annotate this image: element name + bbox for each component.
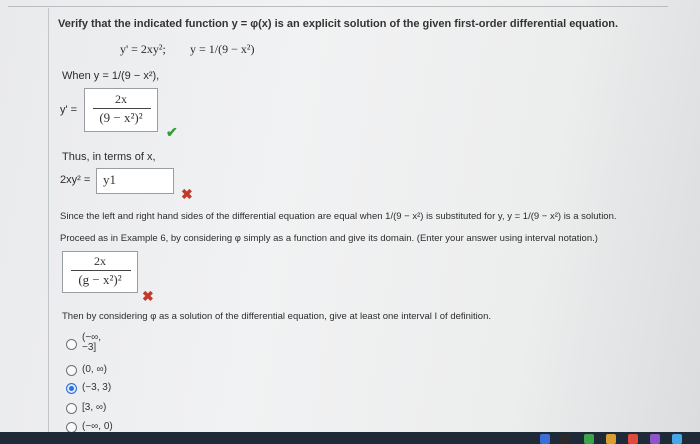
taskbar bbox=[0, 432, 700, 444]
app-icon[interactable] bbox=[606, 434, 616, 444]
option-0-line2: −3] bbox=[82, 342, 97, 353]
cross-icon: ✖ bbox=[142, 288, 154, 304]
given-function: y = 1/(9 − x²) bbox=[190, 42, 255, 56]
yprime-denominator: (9 − x²)² bbox=[99, 110, 143, 125]
app-icon[interactable] bbox=[540, 434, 550, 444]
app-icon[interactable] bbox=[650, 434, 660, 444]
cross-icon: ✖ bbox=[181, 186, 193, 202]
domain-numerator: 2x bbox=[94, 254, 106, 268]
left-divider bbox=[48, 8, 49, 444]
proceed-text: Proceed as in Example 6, by considering … bbox=[60, 233, 598, 244]
option-0-label: (−∞, −3] bbox=[82, 333, 101, 353]
option-4-label: (−∞, 0) bbox=[82, 421, 113, 432]
yprime-label: y' = bbox=[60, 104, 78, 116]
domain-answer-box[interactable]: 2x (g − x²)² bbox=[62, 251, 138, 293]
radio-option-1[interactable] bbox=[66, 365, 77, 376]
app-icon[interactable] bbox=[628, 434, 638, 444]
option-1-label: (0, ∞) bbox=[82, 364, 107, 375]
when-text: When y = 1/(9 − x²), bbox=[62, 70, 160, 82]
lhs-answer: y1 bbox=[103, 172, 116, 187]
since-text: Since the left and right hand sides of t… bbox=[60, 211, 617, 222]
differential-equation: y' = 2xy²; bbox=[120, 42, 166, 56]
check-icon: ✔ bbox=[166, 124, 178, 140]
then-text: Then by considering φ as a solution of t… bbox=[62, 311, 492, 322]
radio-option-3[interactable] bbox=[66, 403, 77, 414]
top-divider bbox=[8, 6, 668, 7]
lhs-answer-box[interactable]: y1 bbox=[96, 168, 174, 194]
radio-option-2-selected[interactable] bbox=[66, 383, 77, 394]
option-2-label: (−3, 3) bbox=[82, 382, 112, 393]
yprime-answer-box[interactable]: 2x (9 − x²)² bbox=[84, 88, 158, 132]
app-icon[interactable] bbox=[560, 434, 570, 444]
domain-denominator: (g − x²)² bbox=[78, 272, 122, 287]
screen: Verify that the indicated function y = φ… bbox=[0, 0, 700, 444]
fraction-bar bbox=[71, 270, 131, 271]
radio-option-0[interactable] bbox=[66, 339, 77, 350]
app-icon[interactable] bbox=[584, 434, 594, 444]
question-prompt: Verify that the indicated function y = φ… bbox=[58, 18, 619, 30]
lhs-label: 2xy² = bbox=[60, 174, 91, 186]
option-3-label: [3, ∞) bbox=[82, 402, 107, 413]
thus-text: Thus, in terms of x, bbox=[62, 151, 156, 163]
app-icon[interactable] bbox=[672, 434, 682, 444]
yprime-numerator: 2x bbox=[115, 92, 127, 106]
fraction-bar bbox=[93, 108, 151, 109]
